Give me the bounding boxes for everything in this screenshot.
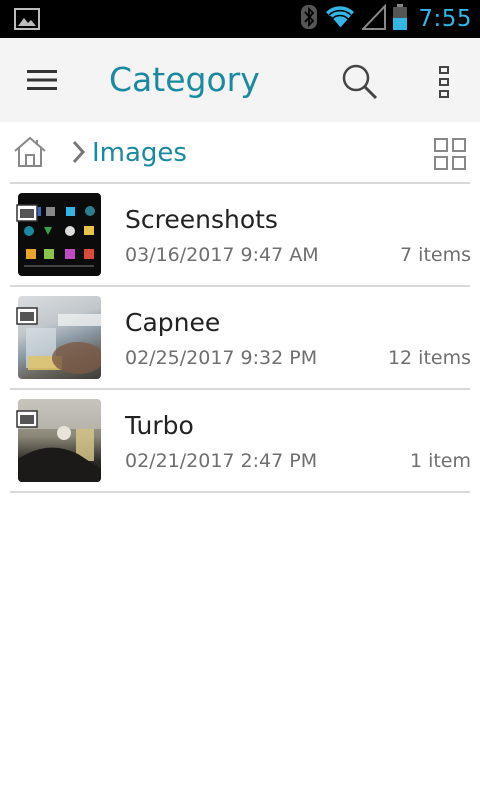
folder-list: Screenshots 03/16/2017 9:47 AM 7 items C… [0, 184, 480, 493]
app-bar: Category [0, 38, 480, 122]
status-bar: 7:55 [0, 0, 480, 38]
folder-item-count: 12 items [387, 347, 471, 369]
bluetooth-icon [300, 4, 318, 35]
folder-name: Capnee [125, 308, 221, 337]
divider [10, 491, 470, 493]
grid-view-icon [434, 138, 466, 170]
breadcrumb: Images [0, 122, 480, 184]
home-button[interactable] [10, 132, 50, 172]
clock: 7:55 [418, 6, 472, 32]
search-button[interactable] [336, 58, 384, 106]
folder-icon [16, 410, 38, 428]
menu-icon [27, 70, 57, 90]
signal-icon [361, 3, 387, 35]
home-icon [14, 136, 46, 167]
battery-icon [392, 3, 408, 36]
more-vert-icon [439, 66, 449, 98]
list-item[interactable]: Turbo 02/21/2017 2:47 PM 1 item [0, 390, 480, 493]
folder-item-count: 1 item [409, 450, 471, 472]
folder-date: 02/25/2017 9:32 PM [125, 347, 318, 369]
status-icons: 7:55 [300, 3, 472, 36]
folder-icon [16, 307, 38, 325]
more-options-button[interactable] [420, 58, 468, 106]
folder-name: Screenshots [125, 205, 278, 234]
chevron-right-icon [68, 137, 88, 167]
menu-button[interactable] [20, 60, 64, 100]
grid-view-button[interactable] [428, 132, 472, 176]
image-notification-icon [14, 8, 40, 30]
folder-date: 02/21/2017 2:47 PM [125, 450, 318, 472]
wifi-icon [324, 4, 356, 35]
folder-name: Turbo [125, 411, 194, 440]
folder-icon [16, 204, 38, 222]
page-title: Category [109, 60, 260, 99]
list-item[interactable]: Screenshots 03/16/2017 9:47 AM 7 items [0, 184, 480, 287]
folder-item-count: 7 items [400, 244, 471, 266]
breadcrumb-current[interactable]: Images [92, 136, 187, 170]
folder-date: 03/16/2017 9:47 AM [125, 244, 319, 266]
list-item[interactable]: Capnee 02/25/2017 9:32 PM 12 items [0, 287, 480, 390]
search-icon [342, 64, 378, 100]
